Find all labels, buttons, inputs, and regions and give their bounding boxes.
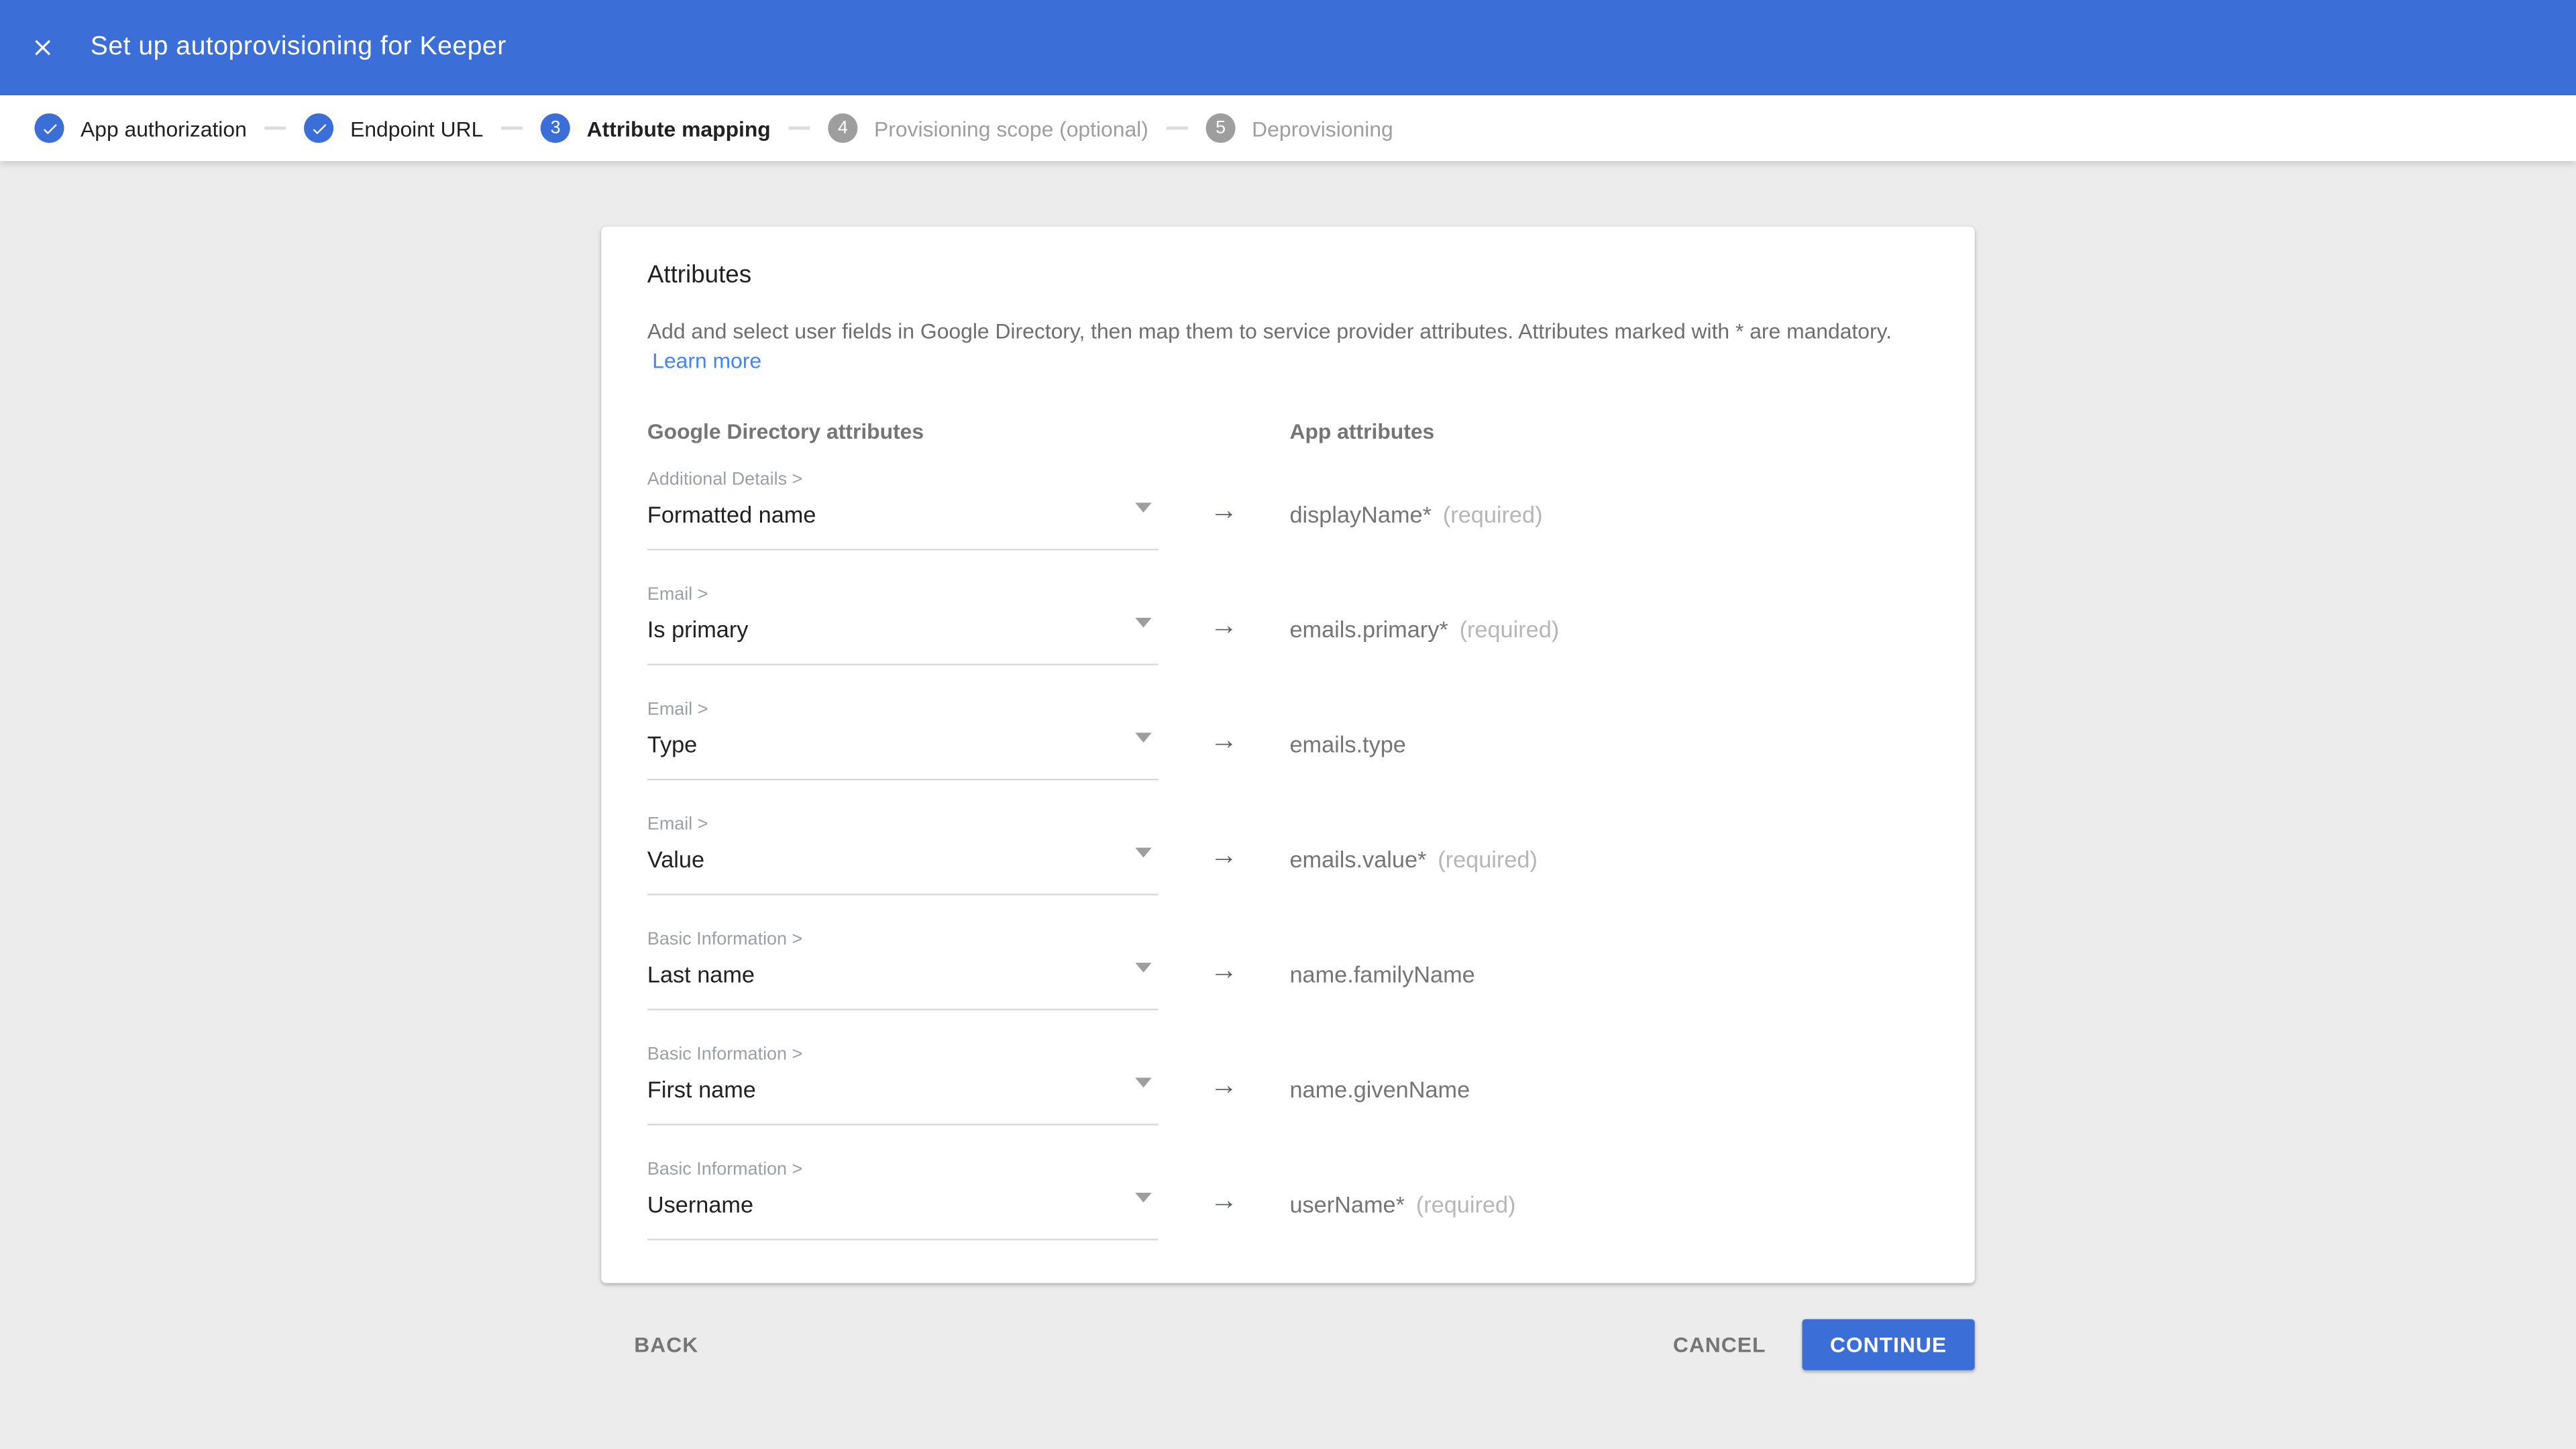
- footer-right-actions: CANCEL CONTINUE: [1660, 1320, 1974, 1371]
- column-header-google-directory: Google Directory attributes: [647, 419, 1159, 444]
- dialog-header: Set up autoprovisioning for Keeper: [0, 0, 2576, 95]
- required-note: (required): [1438, 846, 1538, 872]
- card-title: Attributes: [647, 261, 1929, 289]
- step-label: App authorization: [80, 116, 247, 141]
- column-headers: Google Directory attributes App attribut…: [647, 419, 1929, 470]
- step-number-badge: 3: [541, 113, 570, 143]
- cancel-button[interactable]: CANCEL: [1660, 1320, 1779, 1371]
- attribute-category-label: Email >: [647, 585, 1159, 606]
- attribute-category-label: Basic Information >: [647, 1160, 1159, 1181]
- mapping-row: Email > Is primary → emails.primary* (re…: [647, 585, 1929, 665]
- attribute-category-label: Email >: [647, 815, 1159, 837]
- app-attribute: name.givenName: [1289, 1045, 1929, 1104]
- dropdown-arrow-icon: [1135, 503, 1151, 513]
- arrow-right-icon: →: [1159, 585, 1290, 639]
- selected-attribute-value: Type: [647, 731, 1159, 759]
- step-provisioning-scope[interactable]: 4 Provisioning scope (optional): [828, 113, 1148, 143]
- dropdown-arrow-icon: [1135, 848, 1151, 858]
- selected-attribute-value: Formatted name: [647, 501, 1159, 529]
- app-attribute-name: name.givenName: [1289, 1076, 1470, 1102]
- step-label: Provisioning scope (optional): [874, 116, 1148, 141]
- attribute-category-label: Basic Information >: [647, 1045, 1159, 1067]
- google-attribute-select[interactable]: Basic Information > Last name: [647, 930, 1159, 1010]
- card-description: Add and select user fields in Google Dir…: [647, 317, 1929, 375]
- step-deprovisioning[interactable]: 5 Deprovisioning: [1206, 113, 1393, 143]
- dropdown-arrow-icon: [1135, 733, 1151, 743]
- mapping-row: Basic Information > First name → name.gi…: [647, 1045, 1929, 1126]
- mapping-row: Additional Details > Formatted name → di…: [647, 470, 1929, 551]
- app-attribute: displayName* (required): [1289, 470, 1929, 529]
- arrow-right-icon: →: [1159, 470, 1290, 525]
- app-attribute: emails.primary* (required): [1289, 585, 1929, 644]
- google-attribute-select[interactable]: Email > Is primary: [647, 585, 1159, 665]
- wizard-stepper: App authorization Endpoint URL 3 Attribu…: [0, 95, 2576, 161]
- app-attribute: emails.type: [1289, 700, 1929, 759]
- selected-attribute-value: Is primary: [647, 616, 1159, 645]
- google-attribute-select[interactable]: Additional Details > Formatted name: [647, 470, 1159, 551]
- back-button[interactable]: BACK: [621, 1320, 712, 1371]
- required-note: (required): [1416, 1191, 1516, 1218]
- dialog-title: Set up autoprovisioning for Keeper: [91, 33, 506, 62]
- selected-attribute-value: Last name: [647, 961, 1159, 989]
- step-label: Endpoint URL: [350, 116, 483, 141]
- required-note: (required): [1460, 616, 1560, 643]
- arrow-right-icon: →: [1159, 1160, 1290, 1214]
- step-number-badge: 4: [828, 113, 857, 143]
- mapping-row: Email > Type → emails.type: [647, 700, 1929, 780]
- attribute-category-label: Basic Information >: [647, 930, 1159, 951]
- app-attribute-name: displayName*: [1289, 501, 1432, 527]
- step-connector: [265, 127, 286, 130]
- google-attribute-select[interactable]: Basic Information > Username: [647, 1160, 1159, 1240]
- app-attribute-name: emails.value*: [1289, 846, 1426, 872]
- app-attribute: userName* (required): [1289, 1160, 1929, 1219]
- mapping-row: Email > Value → emails.value* (required): [647, 815, 1929, 896]
- footer-actions: BACK CANCEL CONTINUE: [601, 1320, 1974, 1371]
- column-header-app-attributes: App attributes: [1289, 419, 1929, 444]
- app-attribute-name: emails.type: [1289, 731, 1405, 757]
- mapping-row: Basic Information > Last name → name.fam…: [647, 930, 1929, 1010]
- step-connector: [1167, 127, 1188, 130]
- close-icon[interactable]: [23, 28, 62, 68]
- app-attribute-name: name.familyName: [1289, 961, 1474, 987]
- app-attribute-name: emails.primary*: [1289, 616, 1448, 643]
- step-number-badge: 5: [1206, 113, 1236, 143]
- selected-attribute-value: Value: [647, 846, 1159, 874]
- dropdown-arrow-icon: [1135, 1193, 1151, 1203]
- app-attribute-name: userName*: [1289, 1191, 1405, 1218]
- close-x-glyph: [30, 34, 56, 60]
- check-icon: [34, 113, 64, 143]
- google-attribute-select[interactable]: Basic Information > First name: [647, 1045, 1159, 1126]
- attribute-category-label: Additional Details >: [647, 470, 1159, 492]
- arrow-right-icon: →: [1159, 1045, 1290, 1099]
- selected-attribute-value: First name: [647, 1076, 1159, 1104]
- continue-button[interactable]: CONTINUE: [1802, 1320, 1974, 1371]
- step-label: Attribute mapping: [587, 116, 771, 141]
- dialog-page: Set up autoprovisioning for Keeper App a…: [0, 0, 2576, 1449]
- arrow-right-icon: →: [1159, 930, 1290, 984]
- card-description-text: Add and select user fields in Google Dir…: [647, 319, 1892, 343]
- google-attribute-select[interactable]: Email > Type: [647, 700, 1159, 780]
- arrow-right-icon: →: [1159, 700, 1290, 754]
- mapping-row: Basic Information > Username → userName*…: [647, 1160, 1929, 1240]
- step-label: Deprovisioning: [1252, 116, 1393, 141]
- learn-more-link[interactable]: Learn more: [652, 347, 761, 372]
- dropdown-arrow-icon: [1135, 618, 1151, 628]
- app-attribute: name.familyName: [1289, 930, 1929, 989]
- step-endpoint-url[interactable]: Endpoint URL: [305, 113, 484, 143]
- required-note: (required): [1443, 501, 1543, 527]
- dropdown-arrow-icon: [1135, 963, 1151, 973]
- step-app-authorization[interactable]: App authorization: [34, 113, 246, 143]
- arrow-right-icon: →: [1159, 815, 1290, 869]
- step-attribute-mapping[interactable]: 3 Attribute mapping: [541, 113, 771, 143]
- attributes-card: Attributes Add and select user fields in…: [601, 227, 1974, 1283]
- check-icon: [305, 113, 334, 143]
- attribute-category-label: Email >: [647, 700, 1159, 721]
- step-connector: [501, 127, 523, 130]
- app-attribute: emails.value* (required): [1289, 815, 1929, 874]
- selected-attribute-value: Username: [647, 1191, 1159, 1220]
- dropdown-arrow-icon: [1135, 1078, 1151, 1088]
- content-area: Attributes Add and select user fields in…: [0, 161, 2576, 1371]
- step-connector: [789, 127, 810, 130]
- google-attribute-select[interactable]: Email > Value: [647, 815, 1159, 896]
